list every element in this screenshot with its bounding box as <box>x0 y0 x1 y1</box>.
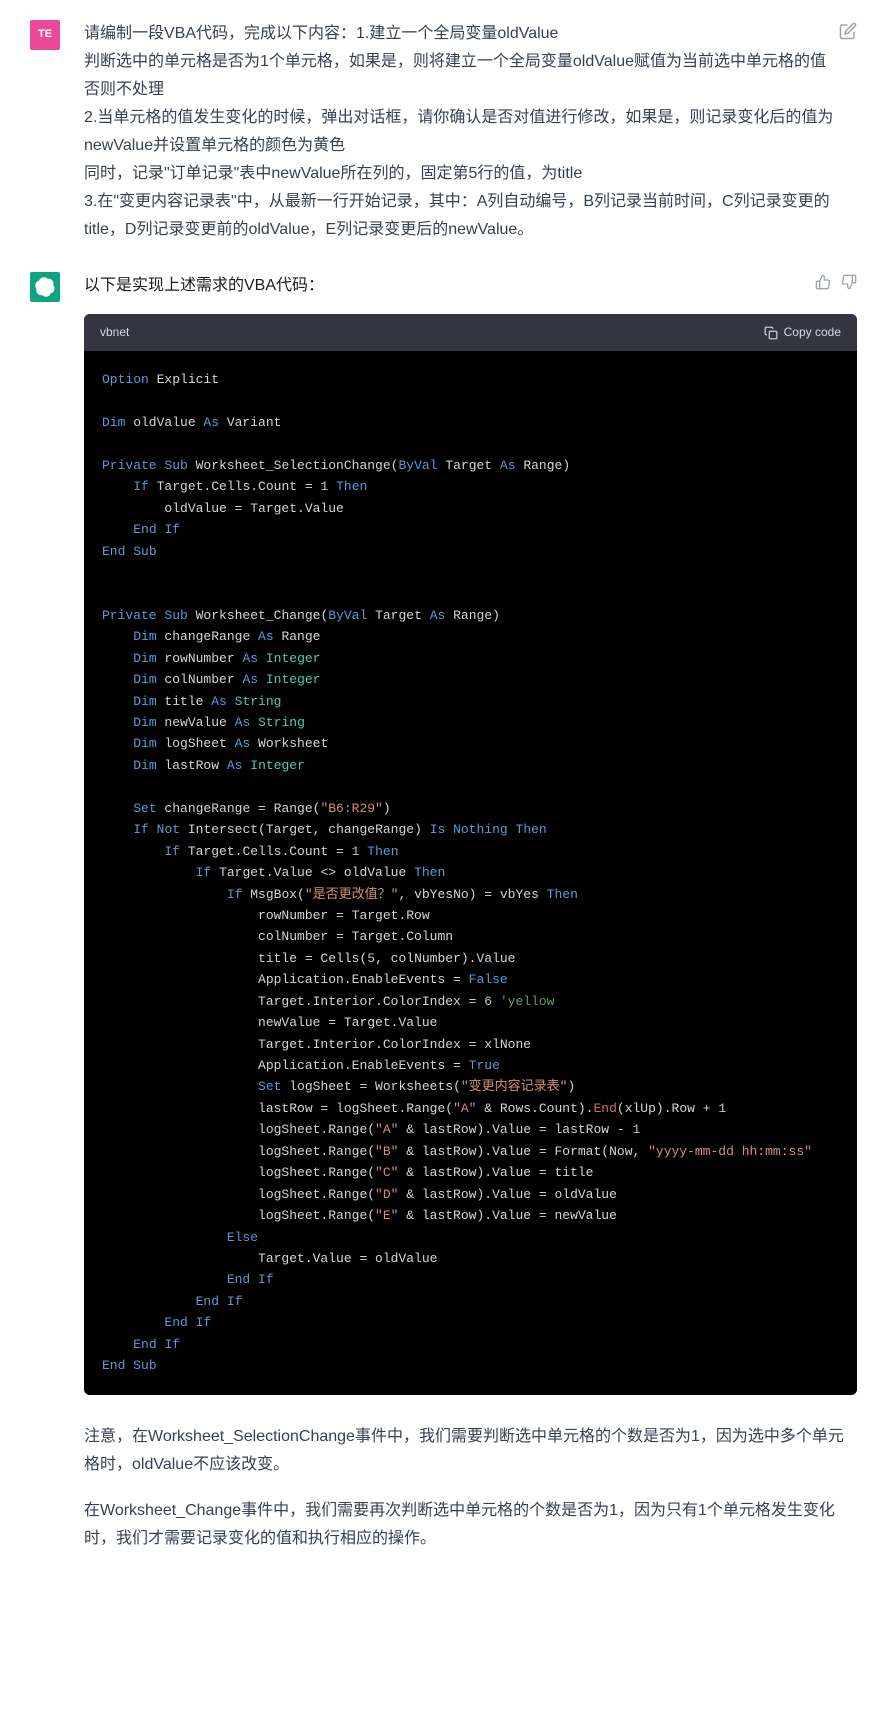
clipboard-icon <box>764 326 778 340</box>
copy-code-button[interactable]: Copy code <box>764 322 841 343</box>
edit-icon[interactable] <box>839 22 857 40</box>
code-header: vbnet Copy code <box>84 314 857 351</box>
thumbs-up-icon[interactable] <box>815 272 831 300</box>
assistant-intro: 以下是实现上述需求的VBA代码： <box>84 272 799 300</box>
user-avatar: TE <box>30 20 60 50</box>
note-paragraph: 在Worksheet_Change事件中，我们需要再次判断选中单元格的个数是否为… <box>84 1497 857 1553</box>
user-line: 2.当单元格的值发生变化的时候，弹出对话框，请你确认是否对值进行修改，如果是，则… <box>84 104 857 160</box>
user-line: 3.在"变更内容记录表"中，从最新一行开始记录，其中：A列自动编号，B列记录当前… <box>84 188 857 244</box>
thumbs-down-icon[interactable] <box>841 272 857 300</box>
note-paragraph: 注意，在Worksheet_SelectionChange事件中，我们需要判断选… <box>84 1423 857 1479</box>
user-line: 请编制一段VBA代码，完成以下内容：1.建立一个全局变量oldValue <box>84 20 857 48</box>
copy-code-label: Copy code <box>784 322 841 343</box>
code-language-label: vbnet <box>100 322 129 343</box>
code-block: vbnet Copy code Option Explicit Dim oldV… <box>84 314 857 1395</box>
assistant-notes: 注意，在Worksheet_SelectionChange事件中，我们需要判断选… <box>84 1423 857 1553</box>
user-message-body: 请编制一段VBA代码，完成以下内容：1.建立一个全局变量oldValue 判断选… <box>84 20 857 244</box>
user-message: TE 请编制一段VBA代码，完成以下内容：1.建立一个全局变量oldValue … <box>30 20 857 244</box>
assistant-message: 以下是实现上述需求的VBA代码： vbnet Copy code Option … <box>30 272 857 1571</box>
feedback-buttons <box>815 272 857 300</box>
user-line: 同时，记录"订单记录"表中newValue所在列的，固定第5行的值，为title <box>84 160 857 188</box>
user-line: 判断选中的单元格是否为1个单元格，如果是，则将建立一个全局变量oldValue赋… <box>84 48 857 76</box>
user-line: 否则不处理 <box>84 76 857 104</box>
assistant-message-body: 以下是实现上述需求的VBA代码： vbnet Copy code Option … <box>84 272 857 1571</box>
code-content[interactable]: Option Explicit Dim oldValue As Variant … <box>84 351 857 1395</box>
assistant-avatar <box>30 272 60 302</box>
